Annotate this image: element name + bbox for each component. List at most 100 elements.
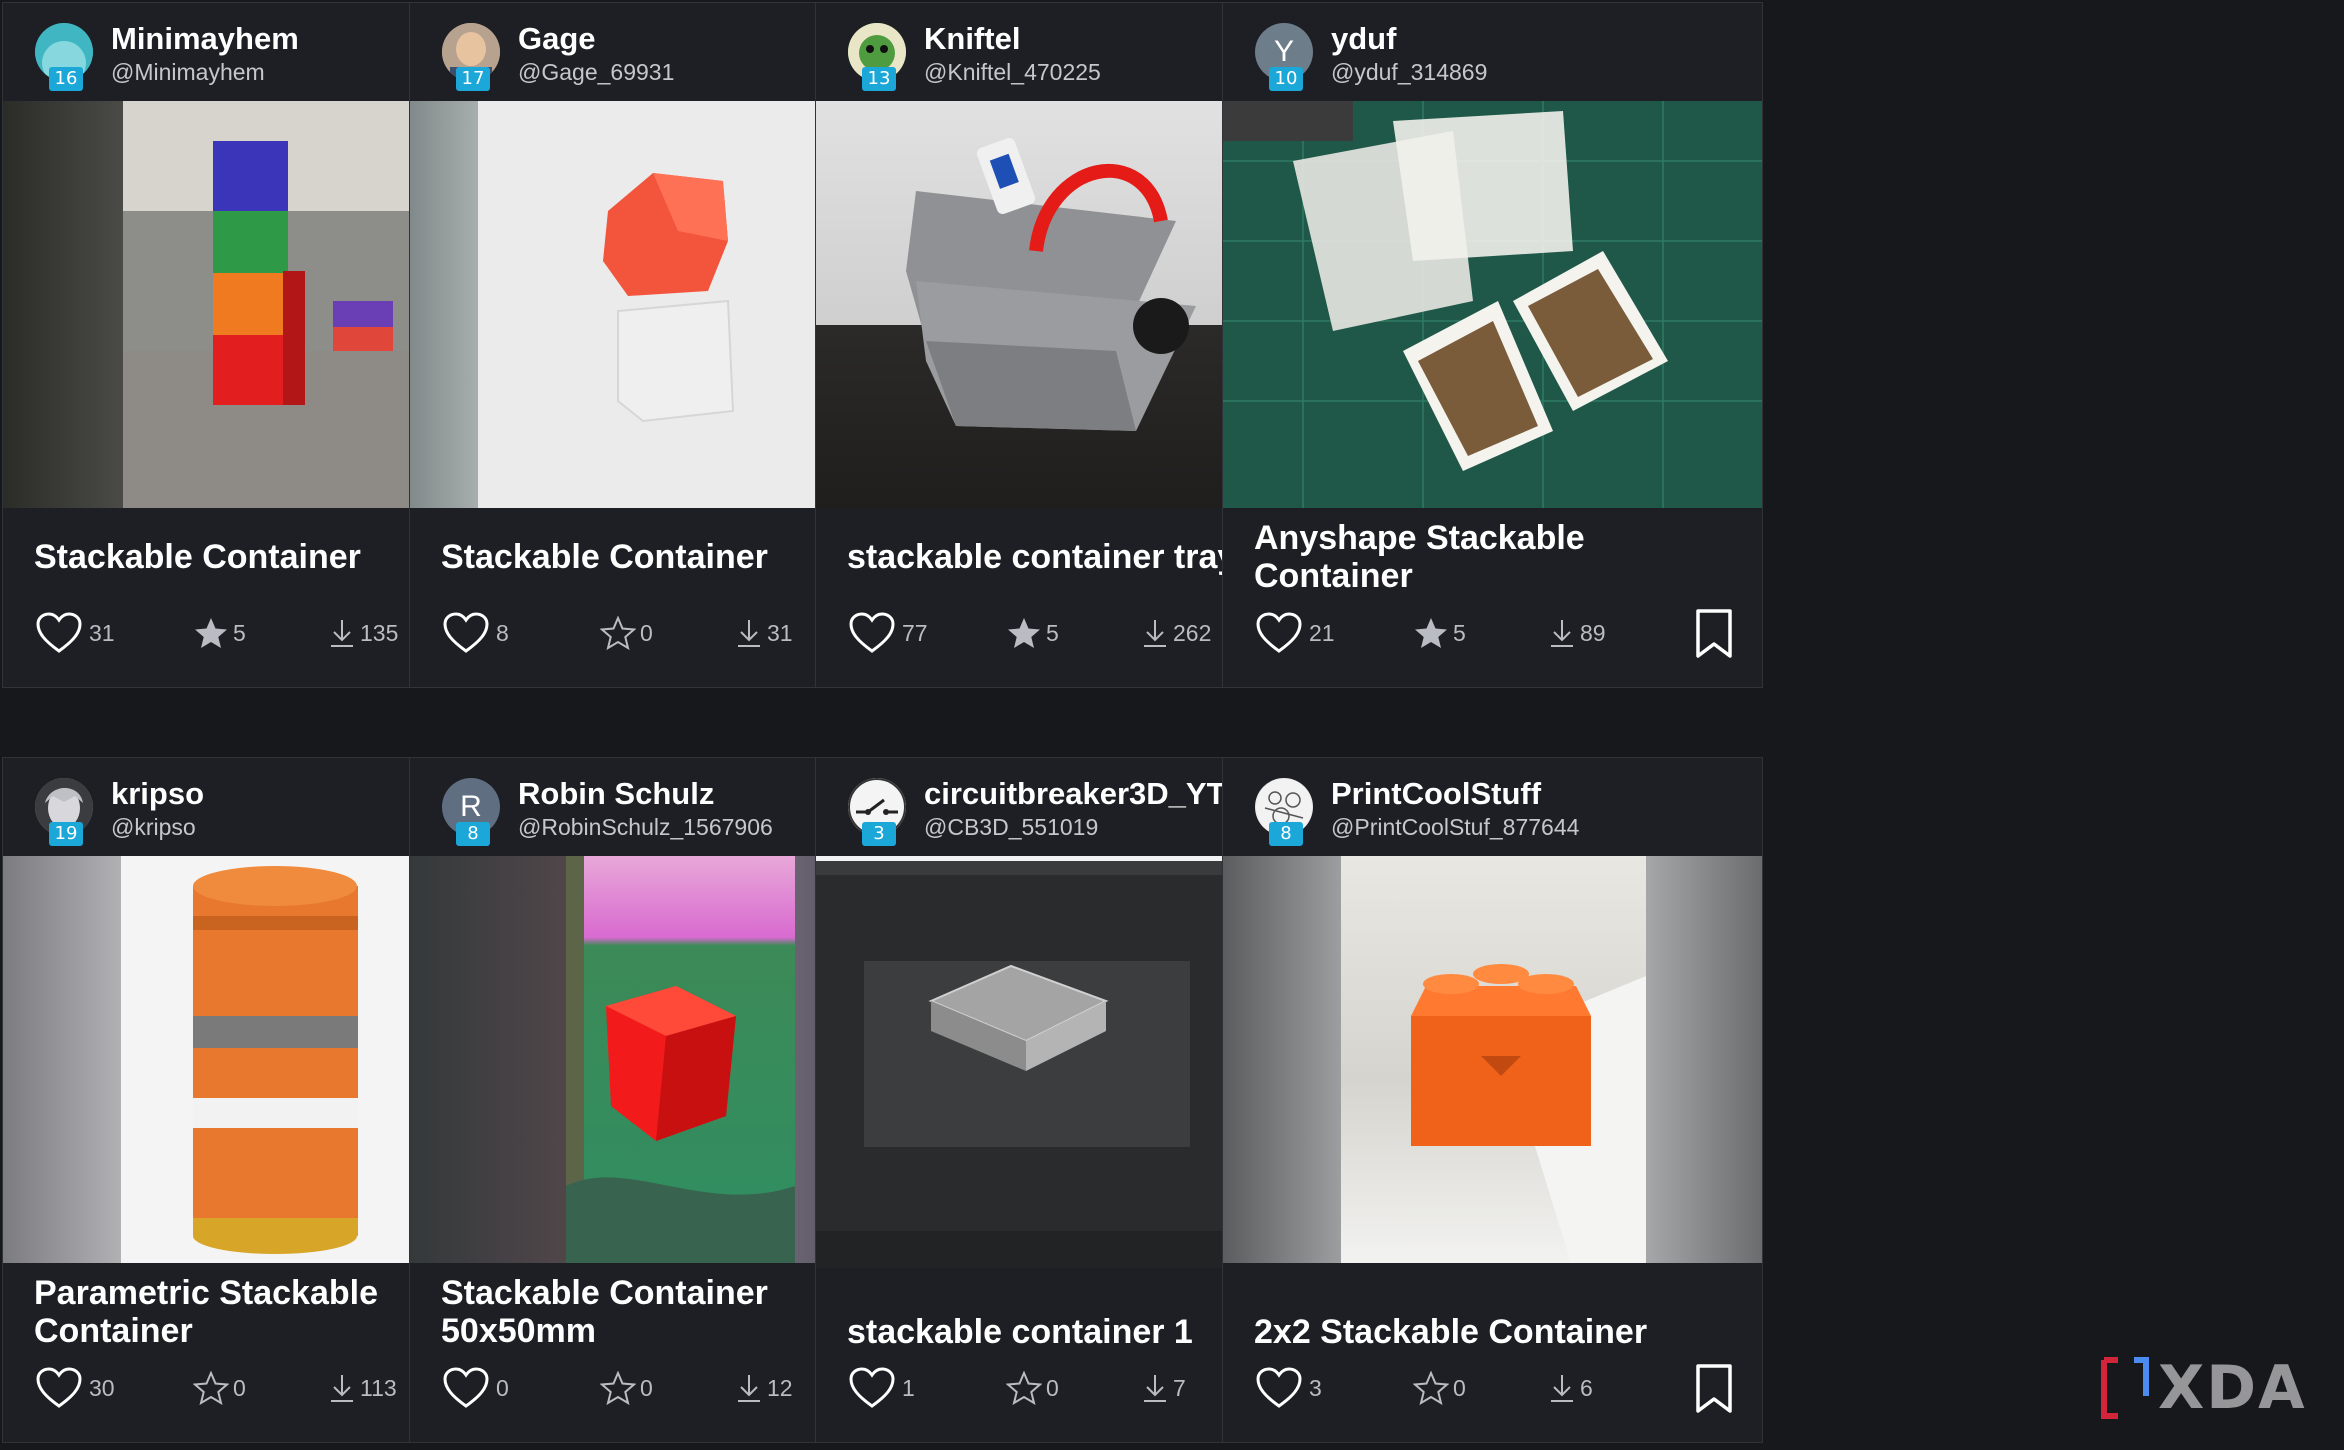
avatar-letter: R <box>460 790 482 823</box>
like-count: 31 <box>89 619 115 646</box>
download-count: 6 <box>1580 1374 1593 1401</box>
rating[interactable]: 0 <box>1006 1358 1059 1418</box>
like-count: 1 <box>902 1374 915 1401</box>
author-name[interactable]: PrintCoolStuff <box>1331 776 1541 812</box>
downloads[interactable]: 31 <box>735 603 793 663</box>
model-thumbnail[interactable] <box>1223 856 1762 1263</box>
like-count: 3 <box>1309 1374 1322 1401</box>
rating[interactable]: 5 <box>1006 603 1059 663</box>
download-count: 113 <box>360 1374 397 1401</box>
bookmark-icon <box>1696 1364 1732 1413</box>
downloads[interactable]: 12 <box>735 1358 793 1418</box>
level-badge: 8 <box>456 822 490 846</box>
star-count: 0 <box>1453 1374 1466 1401</box>
star-outline-icon <box>193 1371 229 1405</box>
author-handle: @RobinSchulz_1567906 <box>518 814 773 840</box>
star-filled-icon <box>1008 618 1040 648</box>
star-count: 0 <box>1046 1374 1059 1401</box>
card-stats: 21 5 89 <box>1223 603 1762 663</box>
author-name[interactable]: Minimayhem <box>111 21 299 57</box>
card-author-header[interactable]: 8 PrintCoolStuff @PrintCoolStuf_877644 <box>1223 758 1762 856</box>
rating[interactable]: 0 <box>600 603 653 663</box>
bookmark-button[interactable] <box>1694 609 1734 664</box>
downloads[interactable]: 262 <box>1141 603 1211 663</box>
author-handle: @PrintCoolStuf_877644 <box>1331 814 1580 840</box>
like-count: 0 <box>496 1374 509 1401</box>
author-name[interactable]: Gage <box>518 21 596 57</box>
xda-watermark: XDA <box>2100 1348 2344 1428</box>
model-grid: 16 Minimayhem @Minimayhem Stackable Cont… <box>0 0 2344 1450</box>
downloads[interactable]: 7 <box>1141 1358 1186 1418</box>
rating[interactable]: 0 <box>193 1358 246 1418</box>
heart-icon <box>36 1367 82 1408</box>
level-badge: 3 <box>862 822 896 846</box>
like-button[interactable]: 1 <box>848 1358 915 1418</box>
card-author-header[interactable]: Y 10 yduf @yduf_314869 <box>1223 3 1762 101</box>
downloads[interactable]: 6 <box>1548 1358 1593 1418</box>
like-button[interactable]: 0 <box>442 1358 509 1418</box>
download-icon <box>331 1375 353 1402</box>
level-badge: 16 <box>49 67 83 91</box>
rating[interactable]: 0 <box>1413 1358 1466 1418</box>
like-button[interactable]: 31 <box>35 603 115 663</box>
star-count: 0 <box>640 619 653 646</box>
like-button[interactable]: 30 <box>35 1358 115 1418</box>
rating[interactable]: 5 <box>193 603 246 663</box>
download-count: 89 <box>1580 619 1606 646</box>
author-handle: @Kniftel_470225 <box>924 59 1101 85</box>
like-button[interactable]: 21 <box>1255 603 1335 663</box>
like-count: 8 <box>496 619 509 646</box>
author-handle: @CB3D_551019 <box>924 814 1099 840</box>
watermark-text: XDA <box>2158 1353 2307 1423</box>
author-name[interactable]: kripso <box>111 776 204 812</box>
star-outline-icon <box>600 1371 636 1405</box>
downloads[interactable]: 113 <box>328 1358 397 1418</box>
level-badge: 19 <box>49 822 83 846</box>
model-card[interactable]: Y 10 yduf @yduf_314869 Anyshape Stackabl… <box>1222 2 1763 688</box>
author-handle: @Gage_69931 <box>518 59 675 85</box>
model-title[interactable]: Anyshape Stackable Container <box>1254 519 1734 595</box>
star-count: 5 <box>233 619 246 646</box>
container-photo-icon <box>193 866 358 1254</box>
author-name[interactable]: yduf <box>1331 21 1396 57</box>
download-count: 31 <box>767 619 793 646</box>
download-icon <box>1144 1375 1166 1402</box>
downloads[interactable]: 89 <box>1548 603 1606 663</box>
like-count: 21 <box>1309 619 1335 646</box>
download-icon <box>738 620 760 647</box>
card-stats: 3 0 6 <box>1223 1358 1762 1418</box>
xda-logo-icon <box>2101 1357 2149 1419</box>
download-count: 262 <box>1173 619 1212 646</box>
rating[interactable]: 5 <box>1413 603 1466 663</box>
level-badge: 17 <box>456 67 490 91</box>
author-name[interactable]: circuitbreaker3D_YT <box>924 776 1226 812</box>
container-photo-icon <box>123 101 428 508</box>
avatar-letter: Y <box>1273 35 1294 68</box>
author-handle: @Minimayhem <box>111 59 265 85</box>
model-title[interactable]: 2x2 Stackable Container <box>1254 1313 1734 1351</box>
container-photo-icon <box>1223 101 1762 508</box>
author-name[interactable]: Robin Schulz <box>518 776 714 812</box>
star-count: 0 <box>640 1374 653 1401</box>
level-badge: 10 <box>1269 67 1303 91</box>
bookmark-button[interactable] <box>1694 1364 1734 1419</box>
author-handle: @yduf_314869 <box>1331 59 1488 85</box>
like-button[interactable]: 3 <box>1255 1358 1322 1418</box>
download-icon <box>738 1375 760 1402</box>
like-button[interactable]: 77 <box>848 603 928 663</box>
heart-icon <box>443 1367 489 1408</box>
model-thumbnail[interactable] <box>1223 101 1762 508</box>
heart-icon <box>36 612 82 653</box>
author-name[interactable]: Kniftel <box>924 21 1020 57</box>
downloads[interactable]: 135 <box>328 603 398 663</box>
like-button[interactable]: 8 <box>442 603 509 663</box>
heart-icon <box>1256 1367 1302 1408</box>
rating[interactable]: 0 <box>600 1358 653 1418</box>
star-filled-icon <box>1415 618 1447 648</box>
download-icon <box>1144 620 1166 647</box>
author-handle: @kripso <box>111 814 196 840</box>
star-outline-icon <box>1006 1371 1042 1405</box>
download-count: 12 <box>767 1374 793 1401</box>
star-count: 0 <box>233 1374 246 1401</box>
model-card[interactable]: 8 PrintCoolStuff @PrintCoolStuf_877644 2… <box>1222 757 1763 1443</box>
